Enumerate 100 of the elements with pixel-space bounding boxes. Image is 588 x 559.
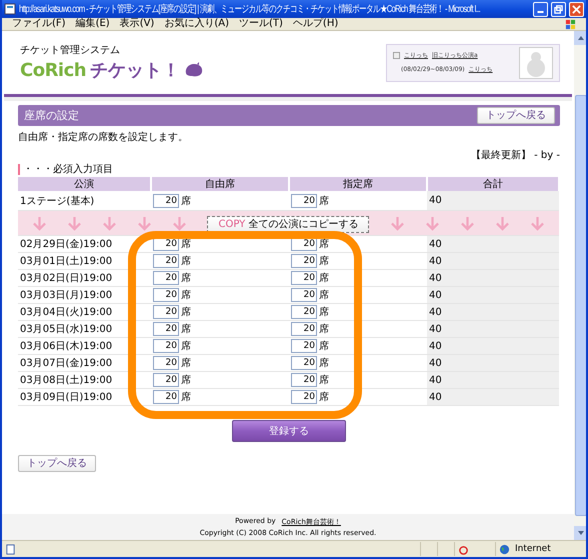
input-field[interactable]: 20: [153, 305, 179, 319]
table-cell: 03月02日(日)19:00: [20, 273, 112, 284]
unit-label: 席: [319, 392, 329, 403]
input-field[interactable]: 20: [291, 305, 317, 319]
input-field[interactable]: 20: [291, 390, 317, 404]
close-button[interactable]: [569, 2, 584, 16]
menu-item[interactable]: お気に入り(A): [164, 18, 229, 30]
down-arrow-icon: [426, 216, 440, 230]
unit-label: 席: [181, 290, 191, 301]
column-header: 合計: [427, 177, 559, 191]
system-subtitle: チケット管理システム: [20, 44, 121, 57]
table-cell: 40: [429, 358, 442, 368]
input-field[interactable]: 20: [291, 339, 317, 353]
logo-text: CoRich: [20, 60, 86, 80]
zone-label: Internet: [515, 544, 551, 554]
table-cell: 1ステージ(基本): [20, 196, 94, 206]
back-button[interactable]: トップへ戻る: [477, 107, 555, 124]
last-updated-text: 【最終更新】 - by -: [470, 150, 560, 162]
down-arrow-icon: [32, 216, 46, 230]
table-cell: 03月08日(土)19:00: [20, 375, 112, 386]
input-field[interactable]: 20: [153, 356, 179, 370]
input-field[interactable]: 20: [291, 254, 317, 268]
back-button[interactable]: トップへ戻る: [18, 455, 96, 472]
unit-label: 席: [181, 341, 191, 352]
unit-label: 席: [319, 239, 329, 250]
window-title: http://asari.katsuwo.com - チケット管理システム[座席の設定] | 演劇、ミュージカル等のクチコミ・チケット情報ポータル★CoRich 舞台芸術！ - Microsoft I...: [19, 2, 480, 16]
unit-label: 席: [319, 290, 329, 301]
table-cell: 40: [429, 256, 442, 266]
input-field[interactable]: 20: [153, 322, 179, 336]
column-header: 指定席: [289, 177, 427, 191]
input-field[interactable]: 20: [153, 271, 179, 285]
input-field[interactable]: 20: [291, 322, 317, 336]
page-icon: [5, 544, 16, 554]
unit-label: 席: [181, 273, 191, 284]
unit-label: 席: [181, 375, 191, 386]
table-cell: 40: [429, 238, 442, 250]
down-arrow-icon: [102, 216, 116, 230]
unit-label: 席: [319, 307, 329, 318]
unit-label: 席: [319, 256, 329, 267]
unit-label: 席: [319, 341, 329, 352]
scroll-up-button[interactable]: [574, 31, 586, 45]
restore-icon: [554, 4, 563, 14]
blocked-icon: [458, 544, 469, 554]
unit-label: 席: [319, 358, 329, 369]
table-cell: 40: [429, 195, 442, 206]
table-cell: 03月09日(日)19:00: [20, 392, 112, 403]
table-cell: 40: [429, 272, 442, 284]
minimize-icon: [537, 10, 544, 12]
minimize-button[interactable]: [533, 2, 548, 16]
table-cell: 40: [429, 340, 442, 352]
menu-item[interactable]: 編集(E): [76, 18, 110, 30]
table-cell: 40: [429, 290, 442, 300]
unit-label: 席: [319, 196, 329, 206]
unit-label: 席: [181, 239, 191, 250]
unit-label: 席: [181, 358, 191, 369]
unit-label: 席: [319, 375, 329, 386]
input-field[interactable]: 20: [291, 271, 317, 285]
down-arrow-icon: [496, 216, 510, 230]
down-arrow-icon: [391, 216, 404, 230]
down-arrow-icon: [530, 216, 544, 230]
submit-button[interactable]: 登録する: [232, 420, 346, 442]
scroll-down-button[interactable]: [574, 526, 586, 540]
globe-icon: [499, 544, 510, 554]
close-icon: [572, 4, 581, 14]
down-arrow-icon: [172, 216, 186, 230]
unit-label: 席: [181, 196, 191, 206]
table-cell: 03月06日(木)19:00: [20, 341, 112, 352]
maximize-button[interactable]: [551, 2, 566, 16]
table-cell: 03月01日(土)19:00: [20, 256, 112, 267]
down-arrow-icon: [461, 216, 474, 230]
table-cell: 40: [429, 374, 442, 386]
input-field[interactable]: 20: [153, 254, 179, 268]
input-field[interactable]: 20: [291, 194, 317, 208]
table-cell: 03月03日(月)19:00: [20, 290, 112, 301]
unit-label: 席: [181, 256, 191, 267]
input-field[interactable]: 20: [153, 373, 179, 387]
unit-label: 席: [181, 324, 191, 335]
table-cell: 40: [429, 306, 442, 318]
section-title: 座席の設定: [24, 108, 79, 123]
input-field[interactable]: 20: [291, 373, 317, 387]
input-field[interactable]: 20: [153, 194, 179, 208]
logo-text: チケット！: [90, 59, 180, 82]
down-arrow-icon: [68, 216, 81, 230]
table-cell: 03月05日(水)19:00: [20, 324, 112, 335]
copy-button[interactable]: COPY 全ての公演にコピーする: [207, 216, 370, 232]
menu-item[interactable]: ファイル(F): [12, 18, 66, 30]
scrollbar[interactable]: [574, 31, 586, 540]
unit-label: 席: [319, 273, 329, 284]
menu-item[interactable]: ヘルプ(H): [292, 18, 338, 30]
input-field[interactable]: 20: [291, 356, 317, 370]
input-field[interactable]: 20: [153, 390, 179, 404]
input-field[interactable]: 20: [291, 288, 317, 302]
column-header: 公演: [18, 177, 151, 191]
menu-item[interactable]: ツール(T): [239, 18, 283, 30]
column-header: 自由席: [151, 177, 289, 191]
input-field[interactable]: 20: [153, 339, 179, 353]
unit-label: 席: [181, 307, 191, 318]
menu-item[interactable]: 表示(V): [120, 18, 154, 30]
input-field[interactable]: 20: [153, 288, 179, 302]
avatar: [519, 46, 553, 78]
